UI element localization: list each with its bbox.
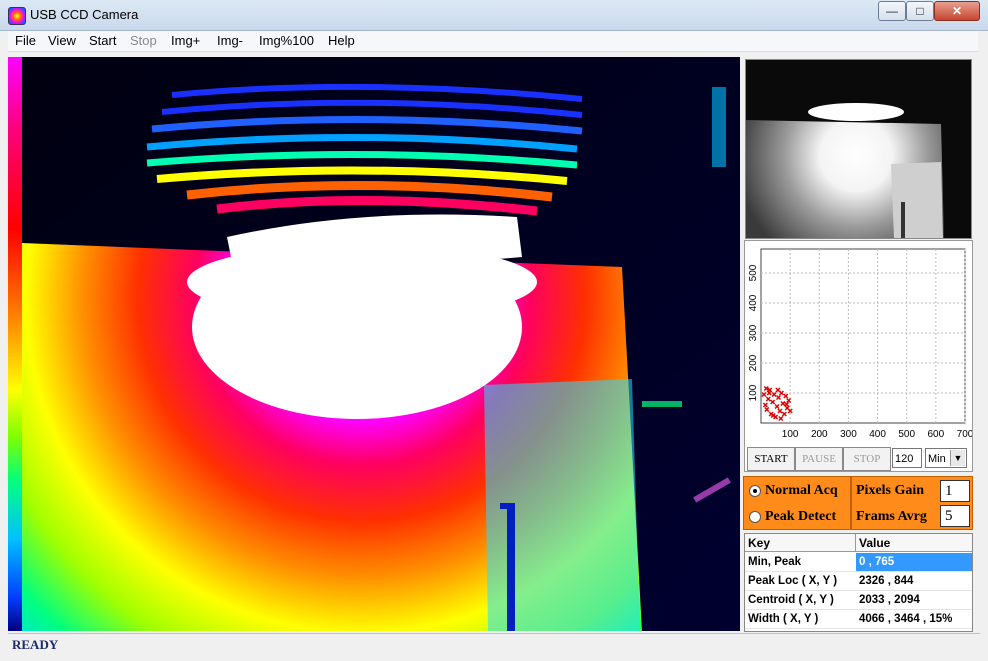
data-point: [781, 411, 787, 417]
y-tick-label: 100: [748, 384, 759, 401]
column-header-key[interactable]: Key: [745, 534, 856, 552]
camera-image-view[interactable]: [22, 57, 740, 631]
menu-view[interactable]: View: [48, 33, 76, 48]
menu-img-plus[interactable]: Img+: [171, 33, 200, 48]
table-row-key[interactable]: Centroid ( X, Y ): [745, 591, 856, 610]
door-handle: [507, 503, 515, 631]
data-point: [775, 394, 782, 401]
x-tick-label: 700: [957, 429, 972, 440]
table-row-value[interactable]: 4066 , 3464 , 15%: [856, 610, 972, 629]
app-icon: [8, 7, 26, 25]
menu-img-100[interactable]: Img%100: [259, 33, 314, 48]
plot-points: [761, 385, 793, 422]
table-row-value[interactable]: 0 , 765: [856, 553, 972, 572]
normal-acq-radio[interactable]: [749, 485, 761, 497]
status-text: READY: [12, 637, 59, 652]
plot-ticks: 100 200 300 400 500 600 700 100 200 300 400 500: [748, 264, 974, 440]
data-point: [770, 399, 776, 405]
y-tick-label: 400: [748, 294, 759, 311]
maximize-button[interactable]: □: [906, 1, 934, 21]
menu-help[interactable]: Help: [328, 33, 355, 48]
pixels-gain-input[interactable]: 1: [940, 480, 970, 502]
x-tick-label: 500: [898, 429, 915, 440]
table-row-value[interactable]: 2326 , 844: [856, 572, 972, 591]
menu-file[interactable]: File: [15, 33, 36, 48]
data-point: [764, 406, 770, 413]
scatter-plot: 100 200 300 400 500 600 700 100 200 300 400 500: [748, 248, 974, 440]
unit-select[interactable]: Min ▼: [925, 448, 967, 468]
data-point: [778, 415, 784, 422]
color-scale-bar: [8, 57, 22, 631]
data-point: [784, 401, 790, 407]
data-point: [780, 400, 786, 407]
pixels-gain-label: Pixels Gain: [856, 483, 925, 498]
window-title: USB CCD Camera: [30, 7, 139, 22]
scatter-plot-panel: 100 200 300 400 500 600 700 100 200 300 400 500: [744, 240, 974, 472]
acq-mode-panel: Normal Acq Peak Detect: [743, 476, 851, 530]
x-tick-label: 200: [811, 429, 828, 440]
menu-start[interactable]: Start: [89, 33, 116, 48]
frames-avg-input[interactable]: 5: [940, 505, 970, 527]
unit-select-value: Min: [928, 453, 946, 465]
table-row-key[interactable]: Width ( X, Y ): [745, 610, 856, 629]
stats-table: Key Value Min, Peak 0 , 765 Peak Loc ( X…: [744, 533, 973, 632]
plot-grid: [760, 248, 966, 424]
table-row-key[interactable]: Peak Loc ( X, Y ): [745, 572, 856, 591]
minimize-button[interactable]: —: [878, 1, 906, 21]
chevron-down-icon[interactable]: ▼: [950, 450, 965, 466]
normal-acq-label[interactable]: Normal Acq: [765, 483, 838, 499]
duration-input[interactable]: 120: [892, 448, 922, 468]
close-button[interactable]: ✕: [934, 1, 980, 21]
gain-panel: Pixels Gain 1 Frams Avrg 5: [851, 476, 973, 530]
y-tick-label: 200: [748, 354, 759, 371]
column-header-value[interactable]: Value: [856, 534, 972, 552]
x-tick-label: 600: [928, 429, 945, 440]
status-bar: READY: [8, 633, 980, 654]
frames-avg-label: Frams Avrg: [856, 509, 927, 524]
x-tick-label: 400: [869, 429, 886, 440]
stop-button[interactable]: STOP: [843, 447, 891, 471]
false-color-image: [22, 57, 740, 631]
table-row-value[interactable]: 2033 , 2094: [856, 591, 972, 610]
start-button[interactable]: START: [747, 447, 795, 471]
data-point: [765, 396, 771, 402]
y-tick-label: 300: [748, 324, 759, 341]
y-tick-label: 500: [748, 264, 759, 281]
peak-detect-label[interactable]: Peak Detect: [765, 509, 836, 525]
data-point: [783, 393, 789, 399]
title-bar: USB CCD Camera — □ ✕: [0, 0, 988, 31]
data-point: [762, 402, 768, 408]
peak-detect-radio[interactable]: [749, 511, 761, 523]
data-point: [777, 408, 783, 414]
data-point: [761, 391, 767, 398]
grayscale-preview: [746, 60, 971, 238]
menu-stop[interactable]: Stop: [130, 33, 157, 48]
x-tick-label: 300: [840, 429, 857, 440]
plot-frame: [760, 248, 966, 424]
pause-button[interactable]: PAUSE: [795, 447, 843, 471]
preview-image[interactable]: [745, 59, 972, 239]
menu-img-minus[interactable]: Img-: [217, 33, 243, 48]
data-point: [786, 397, 792, 404]
x-tick-label: 100: [782, 429, 799, 440]
table-row-key[interactable]: Min, Peak: [745, 553, 856, 572]
data-point: [775, 387, 781, 393]
data-point: [774, 403, 780, 410]
menu-bar: File View Start Stop Img+ Img- Img%100 H…: [8, 31, 978, 52]
